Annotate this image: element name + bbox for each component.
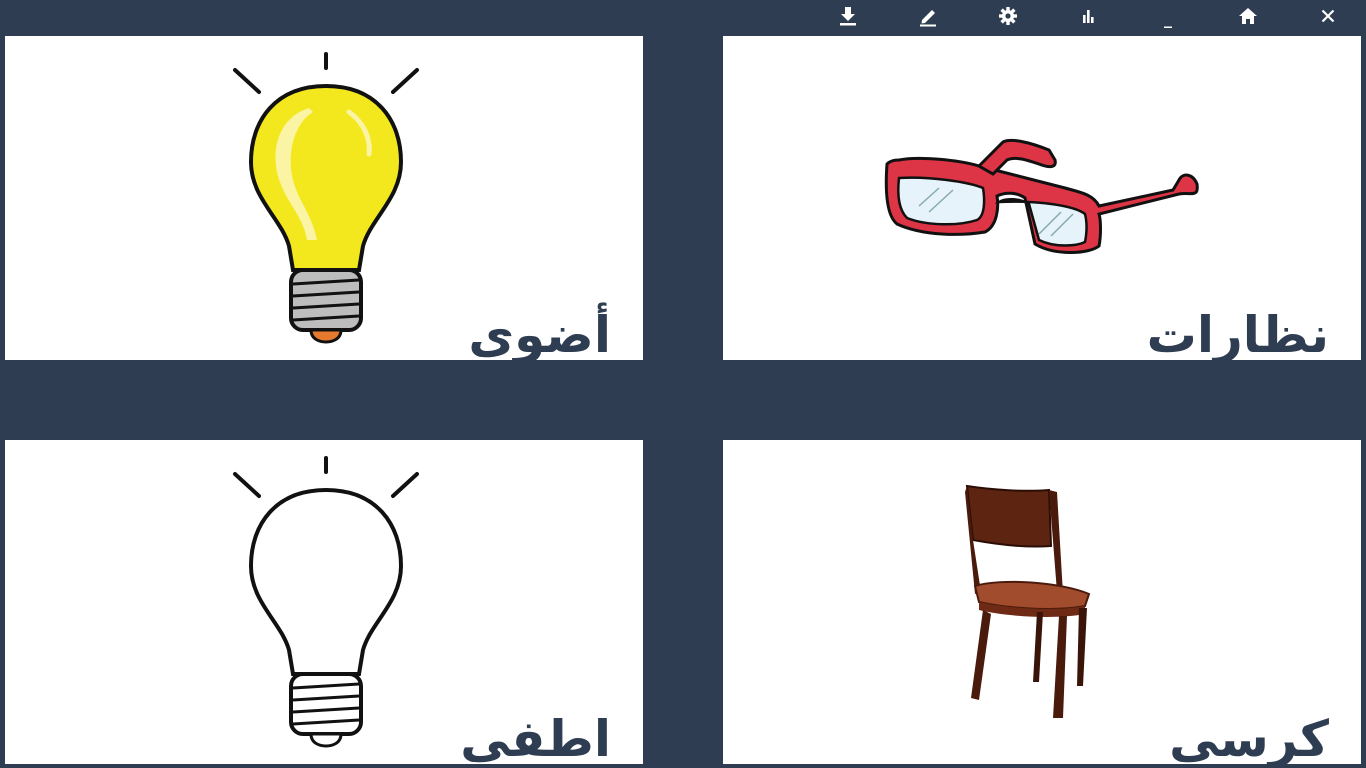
- edit-button[interactable]: [912, 3, 944, 29]
- lightbulb-on-icon: [233, 52, 419, 344]
- lightbulb-off-icon: [233, 456, 419, 748]
- close-icon: [1321, 9, 1335, 23]
- chair-icon: [965, 484, 1091, 718]
- top-toolbar: _: [0, 0, 1366, 32]
- home-button[interactable]: [1232, 3, 1264, 29]
- download-button[interactable]: [832, 3, 864, 29]
- bar-chart-icon: [1083, 10, 1094, 23]
- close-button[interactable]: [1312, 3, 1344, 29]
- card-chair[interactable]: كرسي: [723, 440, 1361, 764]
- card-label: اطفي: [460, 710, 611, 764]
- pencil-icon: [920, 10, 936, 27]
- glasses-icon: [884, 138, 1199, 254]
- card-label: أضوي: [468, 306, 611, 360]
- card-label: كرسي: [1169, 710, 1329, 764]
- home-icon: [1239, 8, 1257, 24]
- card-label: نظارات: [1146, 306, 1329, 360]
- stats-button[interactable]: [1072, 3, 1104, 29]
- card-lamp-off[interactable]: اطفي: [5, 440, 643, 764]
- gear-icon: [999, 7, 1017, 25]
- card-glasses[interactable]: نظارات: [723, 36, 1361, 360]
- card-lamp-on[interactable]: أضوي: [5, 36, 643, 360]
- minimize-button[interactable]: _: [1152, 3, 1184, 29]
- minimize-icon: _: [1164, 9, 1172, 28]
- settings-button[interactable]: [992, 3, 1024, 29]
- download-icon: [840, 7, 856, 26]
